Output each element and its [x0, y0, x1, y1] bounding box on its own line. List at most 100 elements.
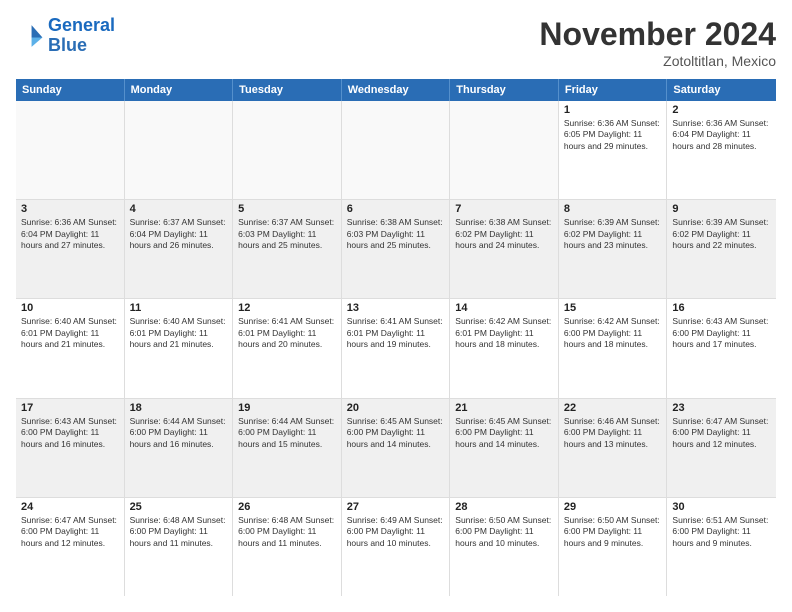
- cell-w5-d4: 28 Sunrise: 6:50 AM Sunset: 6:00 PM Dayli…: [450, 498, 559, 596]
- cell-w4-d2: 19 Sunrise: 6:44 AM Sunset: 6:00 PM Dayli…: [233, 399, 342, 497]
- day-number: 1: [564, 104, 662, 116]
- cell-w4-d6: 23 Sunrise: 6:47 AM Sunset: 6:00 PM Dayli…: [667, 399, 776, 497]
- cell-w1-d0: [16, 101, 125, 199]
- day-info: Sunrise: 6:48 AM Sunset: 6:00 PM Dayligh…: [238, 515, 336, 549]
- day-number: 3: [21, 203, 119, 215]
- day-info: Sunrise: 6:45 AM Sunset: 6:00 PM Dayligh…: [347, 416, 445, 450]
- day-info: Sunrise: 6:50 AM Sunset: 6:00 PM Dayligh…: [455, 515, 553, 549]
- header-tuesday: Tuesday: [233, 79, 342, 101]
- calendar-body: 1Sunrise: 6:36 AM Sunset: 6:05 PM Daylig…: [16, 101, 776, 596]
- day-info: Sunrise: 6:40 AM Sunset: 6:01 PM Dayligh…: [21, 316, 119, 350]
- cell-w1-d3: [342, 101, 451, 199]
- calendar-header: Sunday Monday Tuesday Wednesday Thursday…: [16, 79, 776, 101]
- day-info: Sunrise: 6:50 AM Sunset: 6:00 PM Dayligh…: [564, 515, 662, 549]
- day-info: Sunrise: 6:49 AM Sunset: 6:00 PM Dayligh…: [347, 515, 445, 549]
- day-number: 10: [21, 302, 119, 314]
- day-info: Sunrise: 6:41 AM Sunset: 6:01 PM Dayligh…: [238, 316, 336, 350]
- day-info: Sunrise: 6:38 AM Sunset: 6:03 PM Dayligh…: [347, 217, 445, 251]
- cell-w1-d4: [450, 101, 559, 199]
- day-number: 29: [564, 501, 662, 513]
- cell-w4-d0: 17 Sunrise: 6:43 AM Sunset: 6:00 PM Dayli…: [16, 399, 125, 497]
- cell-w5-d2: 26 Sunrise: 6:48 AM Sunset: 6:00 PM Dayli…: [233, 498, 342, 596]
- day-info: Sunrise: 6:44 AM Sunset: 6:00 PM Dayligh…: [238, 416, 336, 450]
- day-info: Sunrise: 6:37 AM Sunset: 6:03 PM Dayligh…: [238, 217, 336, 251]
- header-thursday: Thursday: [450, 79, 559, 101]
- week-row-5: 24Sunrise: 6:47 AM Sunset: 6:00 PM Dayli…: [16, 498, 776, 596]
- subtitle: Zotoltitlan, Mexico: [539, 53, 776, 69]
- day-number: 28: [455, 501, 553, 513]
- cell-w5-d3: 27Sunrise: 6:49 AM Sunset: 6:00 PM Dayli…: [342, 498, 451, 596]
- header-wednesday: Wednesday: [342, 79, 451, 101]
- day-number: 26: [238, 501, 336, 513]
- day-info: Sunrise: 6:36 AM Sunset: 6:04 PM Dayligh…: [672, 118, 771, 152]
- page: General Blue November 2024 Zotoltitlan, …: [0, 0, 792, 612]
- cell-w2-d3: 6 Sunrise: 6:38 AM Sunset: 6:03 PM Daylig…: [342, 200, 451, 298]
- day-info: Sunrise: 6:46 AM Sunset: 6:00 PM Dayligh…: [564, 416, 662, 450]
- day-info: Sunrise: 6:47 AM Sunset: 6:00 PM Dayligh…: [672, 416, 771, 450]
- header-sunday: Sunday: [16, 79, 125, 101]
- logo-line1: General: [48, 15, 115, 35]
- day-number: 13: [347, 302, 445, 314]
- cell-w1-d6: 2 Sunrise: 6:36 AM Sunset: 6:04 PM Daylig…: [667, 101, 776, 199]
- title-block: November 2024 Zotoltitlan, Mexico: [539, 16, 776, 69]
- cell-w3-d1: 11 Sunrise: 6:40 AM Sunset: 6:01 PM Dayli…: [125, 299, 234, 397]
- cell-w5-d5: 29 Sunrise: 6:50 AM Sunset: 6:00 PM Dayli…: [559, 498, 668, 596]
- day-number: 20: [347, 402, 445, 414]
- header-friday: Friday: [559, 79, 668, 101]
- week-row-1: 1Sunrise: 6:36 AM Sunset: 6:05 PM Daylig…: [16, 101, 776, 200]
- day-number: 6: [347, 203, 445, 215]
- header-saturday: Saturday: [667, 79, 776, 101]
- cell-w5-d0: 24Sunrise: 6:47 AM Sunset: 6:00 PM Dayli…: [16, 498, 125, 596]
- day-info: Sunrise: 6:45 AM Sunset: 6:00 PM Dayligh…: [455, 416, 553, 450]
- day-info: Sunrise: 6:39 AM Sunset: 6:02 PM Dayligh…: [564, 217, 662, 251]
- day-number: 8: [564, 203, 662, 215]
- cell-w2-d1: 4Sunrise: 6:37 AM Sunset: 6:04 PM Daylig…: [125, 200, 234, 298]
- day-number: 4: [130, 203, 228, 215]
- logo-icon: [16, 22, 44, 50]
- cell-w3-d0: 10 Sunrise: 6:40 AM Sunset: 6:01 PM Dayli…: [16, 299, 125, 397]
- day-number: 16: [672, 302, 771, 314]
- cell-w1-d1: [125, 101, 234, 199]
- day-number: 5: [238, 203, 336, 215]
- cell-w2-d2: 5 Sunrise: 6:37 AM Sunset: 6:03 PM Daylig…: [233, 200, 342, 298]
- logo-line2: Blue: [48, 35, 87, 55]
- day-number: 12: [238, 302, 336, 314]
- cell-w2-d5: 8 Sunrise: 6:39 AM Sunset: 6:02 PM Daylig…: [559, 200, 668, 298]
- calendar: Sunday Monday Tuesday Wednesday Thursday…: [16, 79, 776, 596]
- day-info: Sunrise: 6:42 AM Sunset: 6:00 PM Dayligh…: [564, 316, 662, 350]
- logo-text: General Blue: [48, 16, 115, 56]
- day-info: Sunrise: 6:36 AM Sunset: 6:04 PM Dayligh…: [21, 217, 119, 251]
- week-row-4: 17 Sunrise: 6:43 AM Sunset: 6:00 PM Dayli…: [16, 399, 776, 498]
- day-number: 2: [672, 104, 771, 116]
- day-number: 23: [672, 402, 771, 414]
- cell-w3-d3: 13 Sunrise: 6:41 AM Sunset: 6:01 PM Dayli…: [342, 299, 451, 397]
- cell-w3-d6: 16 Sunrise: 6:43 AM Sunset: 6:00 PM Dayli…: [667, 299, 776, 397]
- cell-w2-d4: 7 Sunrise: 6:38 AM Sunset: 6:02 PM Daylig…: [450, 200, 559, 298]
- cell-w3-d4: 14Sunrise: 6:42 AM Sunset: 6:01 PM Dayli…: [450, 299, 559, 397]
- day-number: 9: [672, 203, 771, 215]
- day-number: 14: [455, 302, 553, 314]
- day-number: 22: [564, 402, 662, 414]
- day-info: Sunrise: 6:43 AM Sunset: 6:00 PM Dayligh…: [672, 316, 771, 350]
- cell-w1-d5: 1Sunrise: 6:36 AM Sunset: 6:05 PM Daylig…: [559, 101, 668, 199]
- day-info: Sunrise: 6:40 AM Sunset: 6:01 PM Dayligh…: [130, 316, 228, 350]
- cell-w5-d6: 30Sunrise: 6:51 AM Sunset: 6:00 PM Dayli…: [667, 498, 776, 596]
- day-number: 17: [21, 402, 119, 414]
- cell-w2-d6: 9 Sunrise: 6:39 AM Sunset: 6:02 PM Daylig…: [667, 200, 776, 298]
- day-number: 7: [455, 203, 553, 215]
- cell-w4-d3: 20 Sunrise: 6:45 AM Sunset: 6:00 PM Dayli…: [342, 399, 451, 497]
- week-row-2: 3 Sunrise: 6:36 AM Sunset: 6:04 PM Daylig…: [16, 200, 776, 299]
- month-title: November 2024: [539, 16, 776, 53]
- day-number: 18: [130, 402, 228, 414]
- header: General Blue November 2024 Zotoltitlan, …: [16, 16, 776, 69]
- day-info: Sunrise: 6:38 AM Sunset: 6:02 PM Dayligh…: [455, 217, 553, 251]
- day-info: Sunrise: 6:43 AM Sunset: 6:00 PM Dayligh…: [21, 416, 119, 450]
- day-number: 11: [130, 302, 228, 314]
- cell-w4-d1: 18Sunrise: 6:44 AM Sunset: 6:00 PM Dayli…: [125, 399, 234, 497]
- day-info: Sunrise: 6:47 AM Sunset: 6:00 PM Dayligh…: [21, 515, 119, 549]
- day-number: 19: [238, 402, 336, 414]
- day-info: Sunrise: 6:41 AM Sunset: 6:01 PM Dayligh…: [347, 316, 445, 350]
- day-number: 25: [130, 501, 228, 513]
- cell-w3-d5: 15Sunrise: 6:42 AM Sunset: 6:00 PM Dayli…: [559, 299, 668, 397]
- day-info: Sunrise: 6:39 AM Sunset: 6:02 PM Dayligh…: [672, 217, 771, 251]
